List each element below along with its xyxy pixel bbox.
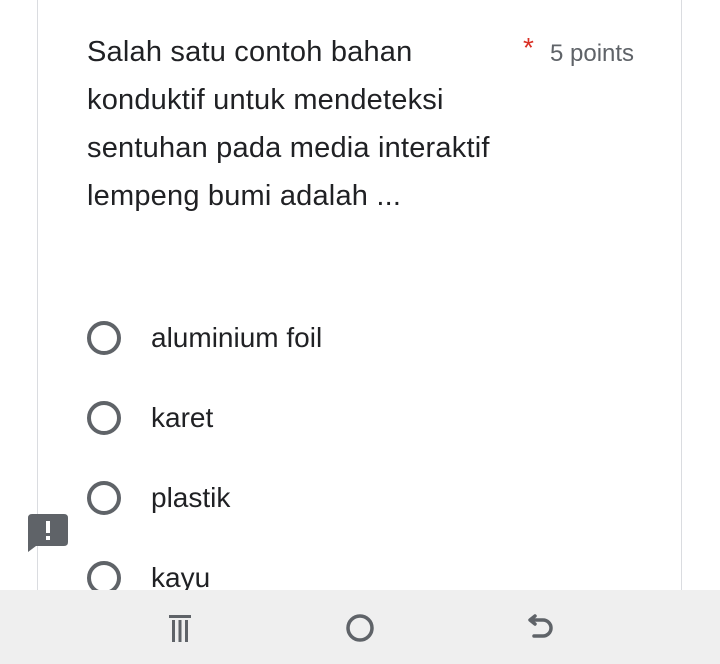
radio-button[interactable] xyxy=(87,321,121,355)
option-label: kayu xyxy=(151,562,211,590)
recents-icon[interactable] xyxy=(160,608,200,648)
option-aluminium-foil[interactable]: aluminium foil xyxy=(87,318,627,358)
home-icon[interactable] xyxy=(340,608,380,648)
points-label: 5 points xyxy=(550,40,635,67)
report-issue-icon[interactable] xyxy=(28,514,68,552)
system-navigation-bar xyxy=(0,590,720,664)
option-plastik[interactable]: plastik xyxy=(87,478,627,518)
option-karet[interactable]: karet xyxy=(87,398,627,438)
back-icon[interactable] xyxy=(520,608,560,648)
option-label: aluminium foil xyxy=(151,322,323,353)
option-label: plastik xyxy=(151,482,231,513)
question-card: Salah satu contoh bahan konduktif untuk … xyxy=(37,0,682,590)
radio-button[interactable] xyxy=(87,481,121,515)
required-asterisk: * xyxy=(523,32,534,63)
radio-button[interactable] xyxy=(87,561,121,590)
option-kayu[interactable]: kayu xyxy=(87,558,627,590)
screen: Salah satu contoh bahan konduktif untuk … xyxy=(0,0,720,664)
question-text: Salah satu contoh bahan konduktif untuk … xyxy=(87,36,490,212)
radio-button[interactable] xyxy=(87,401,121,435)
option-label: karet xyxy=(151,402,214,433)
